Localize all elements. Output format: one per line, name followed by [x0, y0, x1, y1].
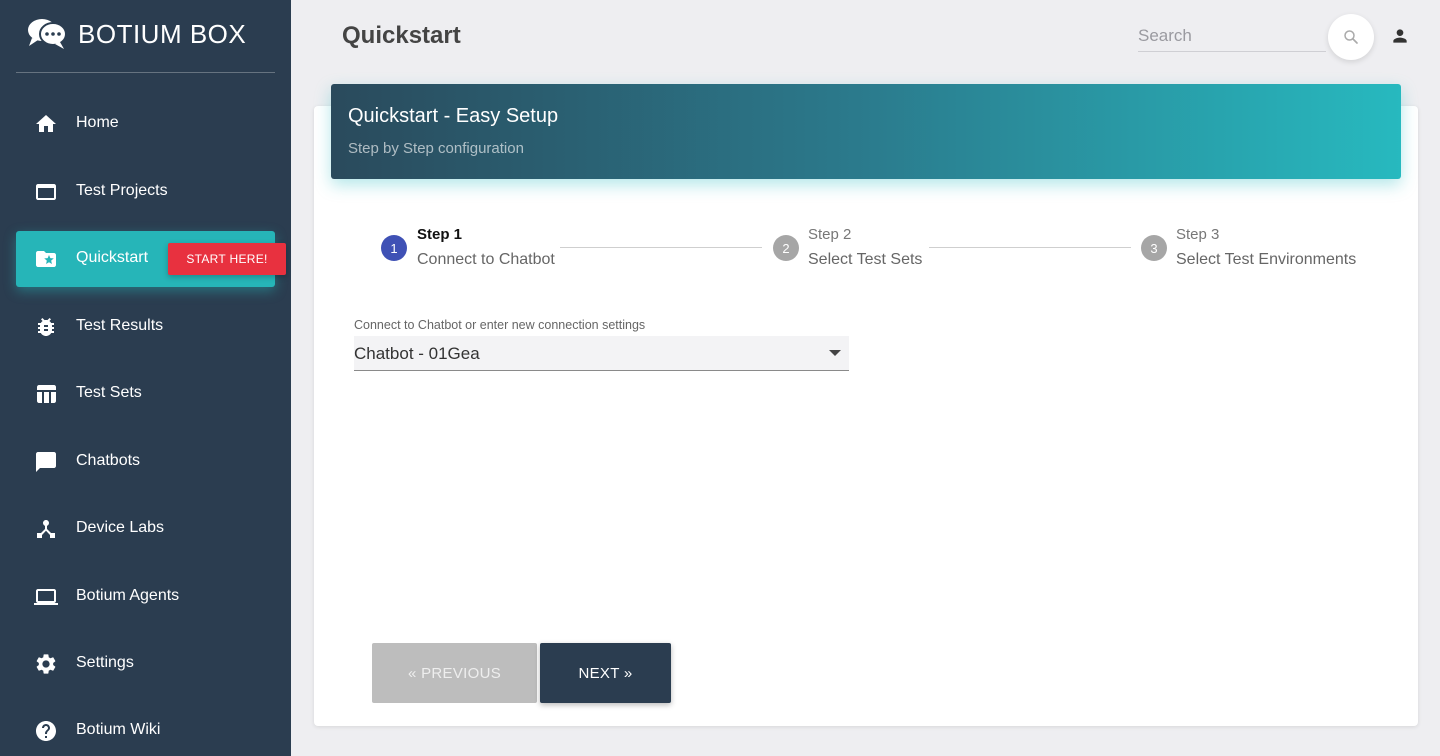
home-icon — [34, 112, 58, 136]
step-3-subtitle: Select Test Environments — [1176, 251, 1357, 268]
sidebar-item-botium-wiki[interactable]: Botium Wiki — [16, 703, 275, 756]
sidebar-item-label: Test Results — [76, 317, 164, 334]
sidebar-item-test-projects[interactable]: Test Projects — [16, 164, 275, 220]
table-icon — [34, 382, 58, 406]
sidebar-item-label: Chatbots — [76, 452, 141, 469]
star-folder-icon — [34, 247, 58, 271]
start-here-badge[interactable]: START HERE! — [168, 243, 286, 275]
sidebar-item-settings[interactable]: Settings — [16, 636, 275, 692]
sidebar-item-quickstart[interactable]: Quickstart START HERE! — [16, 231, 286, 287]
chatbot-select[interactable]: Chatbot - 01Gea — [354, 336, 849, 371]
sidebar-item-label: Botium Agents — [76, 587, 180, 604]
help-icon — [34, 719, 58, 743]
person-icon — [1393, 29, 1407, 43]
chatbot-select-value: Chatbot - 01Gea — [354, 344, 480, 363]
sidebar-item-test-results[interactable]: Test Results — [16, 299, 275, 355]
chatbot-select-label: Connect to Chatbot or enter new connecti… — [354, 318, 646, 332]
sidebar-item-label: Test Projects — [76, 182, 168, 199]
step-3-title: Step 3 — [1176, 226, 1220, 243]
step-2-number[interactable]: 2 — [773, 235, 799, 261]
card-header: Quickstart - Easy Setup Step by Step con… — [331, 84, 1401, 179]
sidebar-item-label: Botium Wiki — [76, 721, 161, 738]
chevron-down-icon — [829, 350, 841, 356]
sidebar: BOTIUM BOX Home Test Projects Quickstart… — [0, 0, 291, 756]
gear-icon — [34, 652, 58, 676]
sidebar-item-botium-agents[interactable]: Botium Agents — [16, 569, 275, 625]
search-icon — [1344, 30, 1358, 44]
step-1-subtitle: Connect to Chatbot — [417, 251, 555, 268]
quickstart-card — [314, 106, 1418, 726]
sidebar-item-label: Settings — [76, 654, 134, 671]
sidebar-item-label: Quickstart — [76, 249, 149, 266]
previous-button[interactable]: « PREVIOUS — [372, 643, 537, 703]
device-hub-icon — [34, 517, 58, 541]
chat-icon — [34, 450, 58, 474]
sidebar-item-home[interactable]: Home — [16, 96, 275, 152]
bug-icon — [34, 315, 58, 339]
brand-name: BOTIUM BOX — [78, 18, 247, 49]
sidebar-item-label: Test Sets — [76, 384, 142, 401]
sidebar-item-label: Device Labs — [76, 519, 165, 536]
step-1-title: Step 1 — [417, 226, 463, 243]
folder-icon — [34, 180, 58, 204]
step-1-number[interactable]: 1 — [381, 235, 407, 261]
user-menu-button[interactable] — [1388, 24, 1412, 48]
step-2-title: Step 2 — [808, 226, 852, 243]
card-title: Quickstart - Easy Setup — [348, 105, 559, 127]
search-button[interactable] — [1328, 14, 1374, 60]
card-subtitle: Step by Step configuration — [348, 140, 524, 157]
step-connector — [560, 247, 762, 248]
sidebar-item-device-labs[interactable]: Device Labs — [16, 501, 275, 557]
chat-bubbles-icon — [28, 19, 67, 49]
next-button[interactable]: NEXT » — [540, 643, 671, 703]
sidebar-item-chatbots[interactable]: Chatbots — [16, 434, 275, 490]
step-2-subtitle: Select Test Sets — [808, 251, 923, 268]
laptop-icon — [34, 585, 58, 609]
step-3-number[interactable]: 3 — [1141, 235, 1167, 261]
step-connector — [929, 247, 1131, 248]
search-field — [1138, 22, 1326, 52]
search-input[interactable] — [1138, 22, 1326, 50]
brand-divider — [16, 72, 275, 73]
sidebar-item-label: Home — [76, 114, 119, 131]
brand-logo[interactable]: BOTIUM BOX — [26, 14, 246, 54]
sidebar-item-test-sets[interactable]: Test Sets — [16, 366, 275, 422]
page-title: Quickstart — [342, 22, 461, 49]
